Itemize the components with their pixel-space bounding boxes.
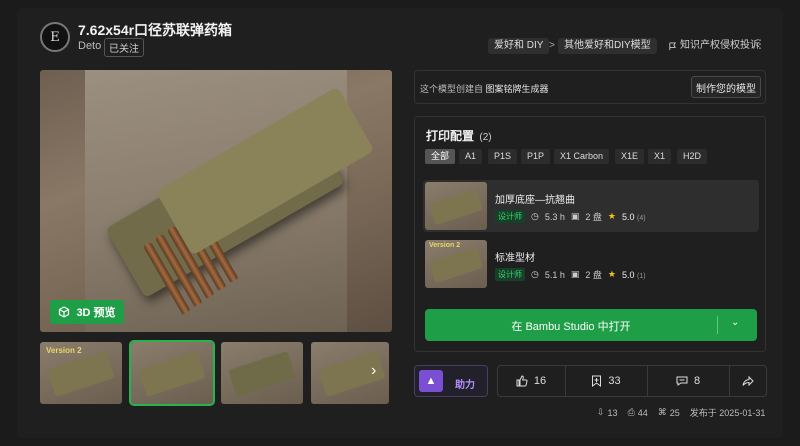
share-icon bbox=[742, 375, 754, 387]
open-in-bambu-studio-button[interactable]: 在 Bambu Studio 中打开 ⌄ bbox=[425, 309, 757, 341]
bookmark-icon bbox=[592, 375, 602, 387]
like-button[interactable]: 16 bbox=[498, 366, 564, 396]
download-stat: ⇩ 13 bbox=[597, 407, 618, 418]
author-name[interactable]: Deto bbox=[78, 40, 101, 52]
profile-thumbnail bbox=[425, 182, 487, 230]
plate-icon: ▣ bbox=[570, 269, 580, 279]
model-title: 7.62x54r口径苏联弹药箱 bbox=[78, 22, 233, 38]
comment-icon bbox=[676, 376, 688, 386]
filter-chip-x1[interactable]: X1 bbox=[648, 149, 672, 164]
rocket-icon: ▲ bbox=[419, 370, 443, 392]
thumbnail-label: Version 2 bbox=[46, 346, 82, 355]
main-preview-image[interactable] bbox=[40, 70, 392, 332]
filter-chip-x1-carbon[interactable]: X1 Carbon bbox=[554, 149, 610, 164]
publish-date: 发布于 2025-01-31 bbox=[689, 408, 766, 418]
comment-button[interactable]: 8 bbox=[648, 366, 728, 396]
filter-chip-all[interactable]: 全部 bbox=[425, 149, 456, 164]
share-button[interactable] bbox=[730, 366, 766, 396]
profile-name: 加厚底座—抗翘曲 bbox=[495, 195, 575, 206]
plate-icon: ▣ bbox=[570, 211, 580, 221]
gallery-thumbnail[interactable] bbox=[311, 342, 389, 404]
3d-preview-button[interactable]: 3D 预览 bbox=[50, 300, 124, 324]
print-icon: ⎙ bbox=[627, 407, 635, 417]
profile-meta: 设计师 ◷ 5.1 h ▣ 2 盘 ★ 5.0 (1) bbox=[495, 268, 646, 281]
clock-icon: ◷ bbox=[531, 269, 539, 279]
filter-chip-p1p[interactable]: P1P bbox=[521, 149, 551, 164]
boost-button[interactable]: ▲ 助力 bbox=[414, 365, 488, 397]
print-profiles-title: 打印配置 (2) bbox=[426, 129, 492, 143]
follow-button[interactable]: 已关注 bbox=[104, 38, 144, 57]
print-profile-item[interactable]: Version 2 标准型材 设计师 ◷ 5.1 h ▣ 2 盘 ★ 5.0 (1) bbox=[423, 238, 759, 290]
clock-icon: ◷ bbox=[531, 211, 539, 221]
more-menu-icon[interactable]: ⋮ bbox=[754, 37, 766, 51]
star-icon: ★ bbox=[607, 269, 616, 279]
filter-chip-h2d[interactable]: H2D bbox=[677, 149, 708, 164]
print-stat: ⎙ 44 bbox=[627, 407, 648, 418]
thumbs-up-icon bbox=[516, 375, 528, 387]
filter-chip-x1e[interactable]: X1E bbox=[615, 149, 645, 164]
star-icon: ★ bbox=[607, 211, 616, 221]
creator-source-bar: 这个模型创建自 图案铭牌生成器 制作您的模型 bbox=[414, 70, 766, 104]
make-model-button[interactable]: 制作您的模型 bbox=[691, 76, 761, 98]
creator-source-link[interactable]: 图案铭牌生成器 bbox=[486, 84, 549, 94]
model-stats: ⇩ 13 ⎙ 44 ⌘ 25 发布于 2025-01-31 bbox=[597, 406, 765, 419]
remix-icon: ⌘ bbox=[657, 407, 667, 417]
author-avatar[interactable]: E bbox=[40, 22, 70, 52]
collect-button[interactable]: 33 bbox=[566, 366, 646, 396]
gallery-thumbnail[interactable]: Version 2 bbox=[40, 342, 122, 404]
report-icon bbox=[669, 41, 676, 50]
chevron-right-icon[interactable]: › bbox=[371, 362, 376, 380]
gallery-thumbnail-active[interactable] bbox=[129, 340, 215, 406]
filter-chip-p1s[interactable]: P1S bbox=[488, 149, 518, 164]
designer-badge: 设计师 bbox=[495, 210, 525, 223]
gallery-thumbnail[interactable] bbox=[221, 342, 303, 404]
filter-chip-a1[interactable]: A1 bbox=[459, 149, 483, 164]
profile-thumbnail: Version 2 bbox=[425, 240, 487, 288]
profile-meta: 设计师 ◷ 5.3 h ▣ 2 盘 ★ 5.0 (4) bbox=[495, 210, 646, 223]
remix-stat: ⌘ 25 bbox=[657, 407, 680, 418]
designer-badge: 设计师 bbox=[495, 268, 525, 281]
download-icon: ⇩ bbox=[597, 407, 605, 417]
report-link[interactable]: 知识产权侵权投诉 bbox=[668, 38, 760, 54]
breadcrumb-subcategory[interactable]: 其他爱好和DIY模型 bbox=[558, 38, 657, 54]
engagement-bar: 16 33 8 bbox=[497, 365, 767, 397]
print-profile-item[interactable]: 加厚底座—抗翘曲 设计师 ◷ 5.3 h ▣ 2 盘 ★ 5.0 (4) bbox=[423, 180, 759, 232]
creator-source-text: 这个模型创建自 图案铭牌生成器 bbox=[420, 84, 549, 94]
breadcrumb-separator: > bbox=[549, 40, 555, 51]
print-profiles-panel: 打印配置 (2) 全部 A1 P1S P1P X1 Carbon X1E X1 … bbox=[414, 116, 766, 352]
chevron-down-icon[interactable]: ⌄ bbox=[731, 317, 739, 328]
cube-icon bbox=[59, 306, 70, 318]
breadcrumb-category[interactable]: 爱好和 DIY bbox=[488, 38, 550, 54]
profile-name: 标准型材 bbox=[495, 253, 535, 264]
